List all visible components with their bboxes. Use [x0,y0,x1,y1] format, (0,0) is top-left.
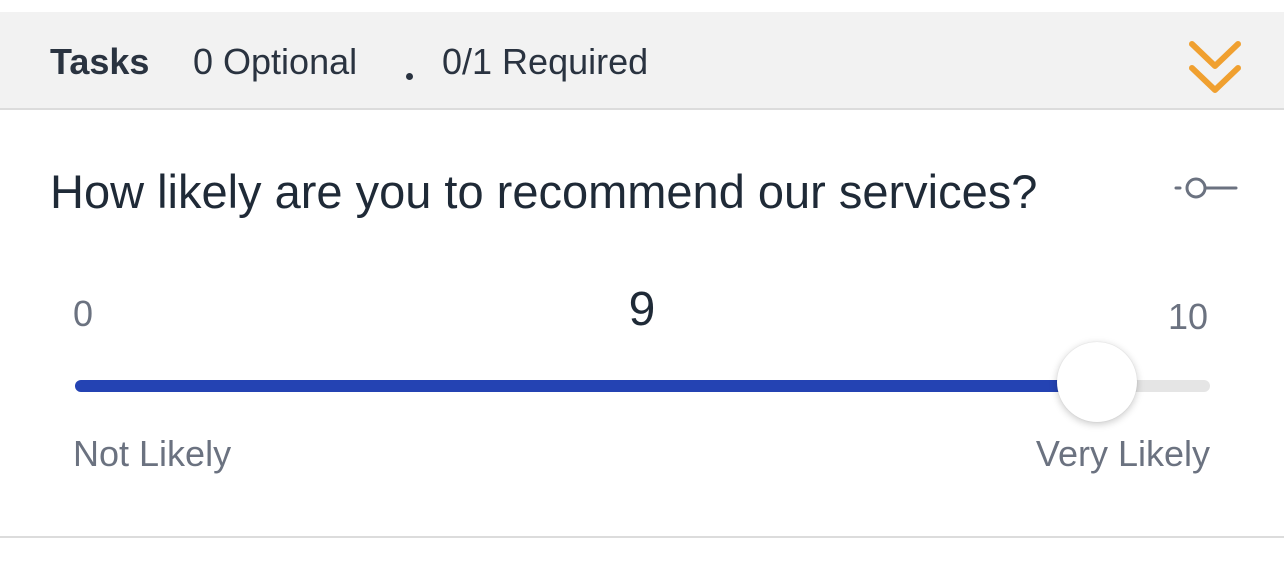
bottom-divider [0,536,1284,538]
tasks-header[interactable]: Tasks 0 Optional 0/1 Required [0,12,1284,110]
not-likely-label: Not Likely [73,433,232,474]
very-likely-label: Very Likely [1035,433,1210,474]
rating-slider-track[interactable] [75,380,1210,392]
question-text: How likely are you to recommend our serv… [50,165,1038,218]
required-count: 0/1 Required [442,41,649,82]
selected-value: 9 [628,283,656,336]
optional-count: 0 Optional [193,41,358,82]
scale-min-value: 0 [73,293,94,334]
rating-slider-thumb[interactable] [1056,342,1137,422]
scale-max-value: 10 [1168,296,1209,337]
slider-options-icon[interactable] [1174,172,1238,204]
separator-dot [406,73,413,80]
tasks-title: Tasks [50,41,150,82]
rating-slider-fill [75,380,1097,392]
double-chevron-down-icon[interactable] [1186,38,1244,100]
task-panel: Tasks 0 Optional 0/1 Required How likely… [0,0,1284,561]
